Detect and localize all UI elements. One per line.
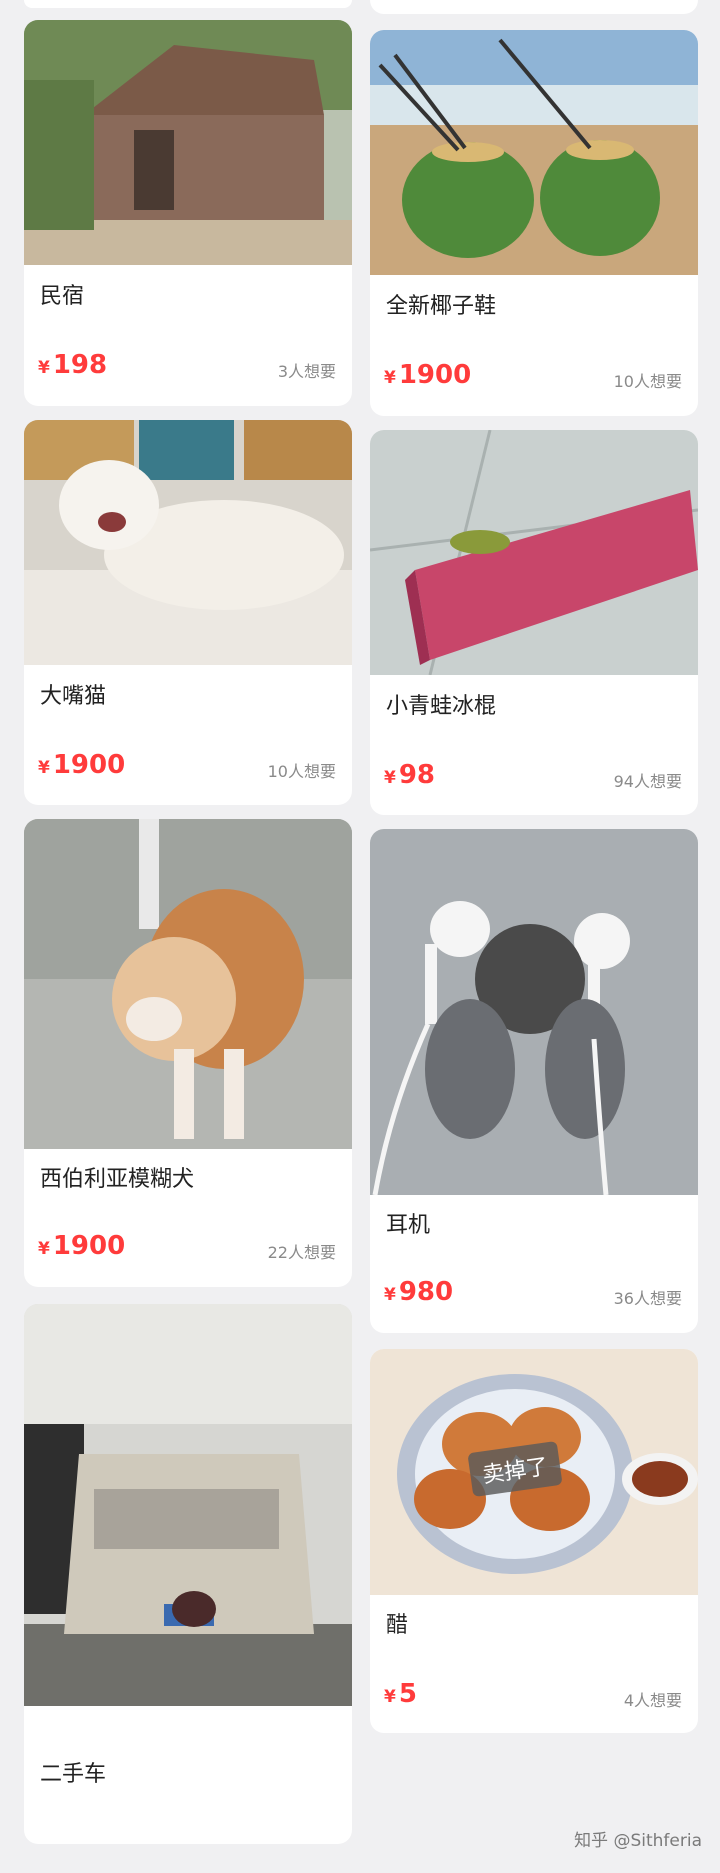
- partial-card-top-right[interactable]: [370, 0, 698, 14]
- listing-price: ¥5: [384, 1679, 417, 1709]
- listing-card-blurry-dog[interactable]: 西伯利亚模糊犬 ¥1900 22人想要: [24, 819, 352, 1287]
- listing-price: ¥198: [38, 350, 108, 380]
- listing-photo: [24, 420, 352, 665]
- listing-wants-count: 36人想要: [613, 1289, 682, 1308]
- listing-price: ¥98: [384, 760, 436, 790]
- listing-wants-count: 94人想要: [613, 772, 682, 791]
- listing-card-vinegar[interactable]: 卖掉了 醋 ¥5 4人想要: [370, 1349, 698, 1733]
- listing-title: 小青蛙冰棍: [386, 694, 497, 719]
- listing-wants-count: 3人想要: [277, 362, 336, 381]
- listing-photo: 卖掉了: [370, 1349, 698, 1595]
- listing-title: 西伯利亚模糊犬: [40, 1167, 195, 1192]
- listing-card-big-mouth-cat[interactable]: 大嘴猫 ¥1900 10人想要: [24, 420, 352, 805]
- listing-title: 二手车: [40, 1762, 107, 1787]
- listing-photo: [370, 430, 698, 675]
- listing-price: ¥1900: [384, 360, 472, 390]
- listing-photo: [24, 819, 352, 1149]
- listing-card-frog-popsicle[interactable]: 小青蛙冰棍 ¥98 94人想要: [370, 430, 698, 815]
- listing-price: ¥1900: [38, 750, 126, 780]
- listing-photo: [24, 1304, 352, 1706]
- listing-title: 大嘴猫: [40, 684, 107, 709]
- partial-card-top-left[interactable]: [24, 0, 352, 8]
- listing-title: 醋: [386, 1613, 409, 1638]
- listing-title: 民宿: [40, 284, 85, 309]
- listing-price: ¥1900: [38, 1231, 126, 1261]
- listing-photo: [24, 20, 352, 265]
- listing-photo: [370, 30, 698, 275]
- listing-wants-count: 10人想要: [613, 372, 682, 391]
- listing-photo: [370, 829, 698, 1195]
- listing-title: 全新椰子鞋: [386, 294, 497, 319]
- listing-wants-count: 4人想要: [623, 1691, 682, 1710]
- zhihu-watermark: 知乎 @Sithferia: [574, 1831, 702, 1851]
- listing-wants-count: 22人想要: [267, 1243, 336, 1262]
- listing-title: 耳机: [386, 1213, 431, 1238]
- listing-card-earphones[interactable]: 耳机 ¥980 36人想要: [370, 829, 698, 1333]
- listing-card-coconut-shoes[interactable]: 全新椰子鞋 ¥1900 10人想要: [370, 30, 698, 416]
- listing-card-used-car[interactable]: 二手车: [24, 1304, 352, 1844]
- listing-wants-count: 10人想要: [267, 762, 336, 781]
- listing-card-homestay[interactable]: 民宿 ¥198 3人想要: [24, 20, 352, 406]
- listing-price: ¥980: [384, 1277, 454, 1307]
